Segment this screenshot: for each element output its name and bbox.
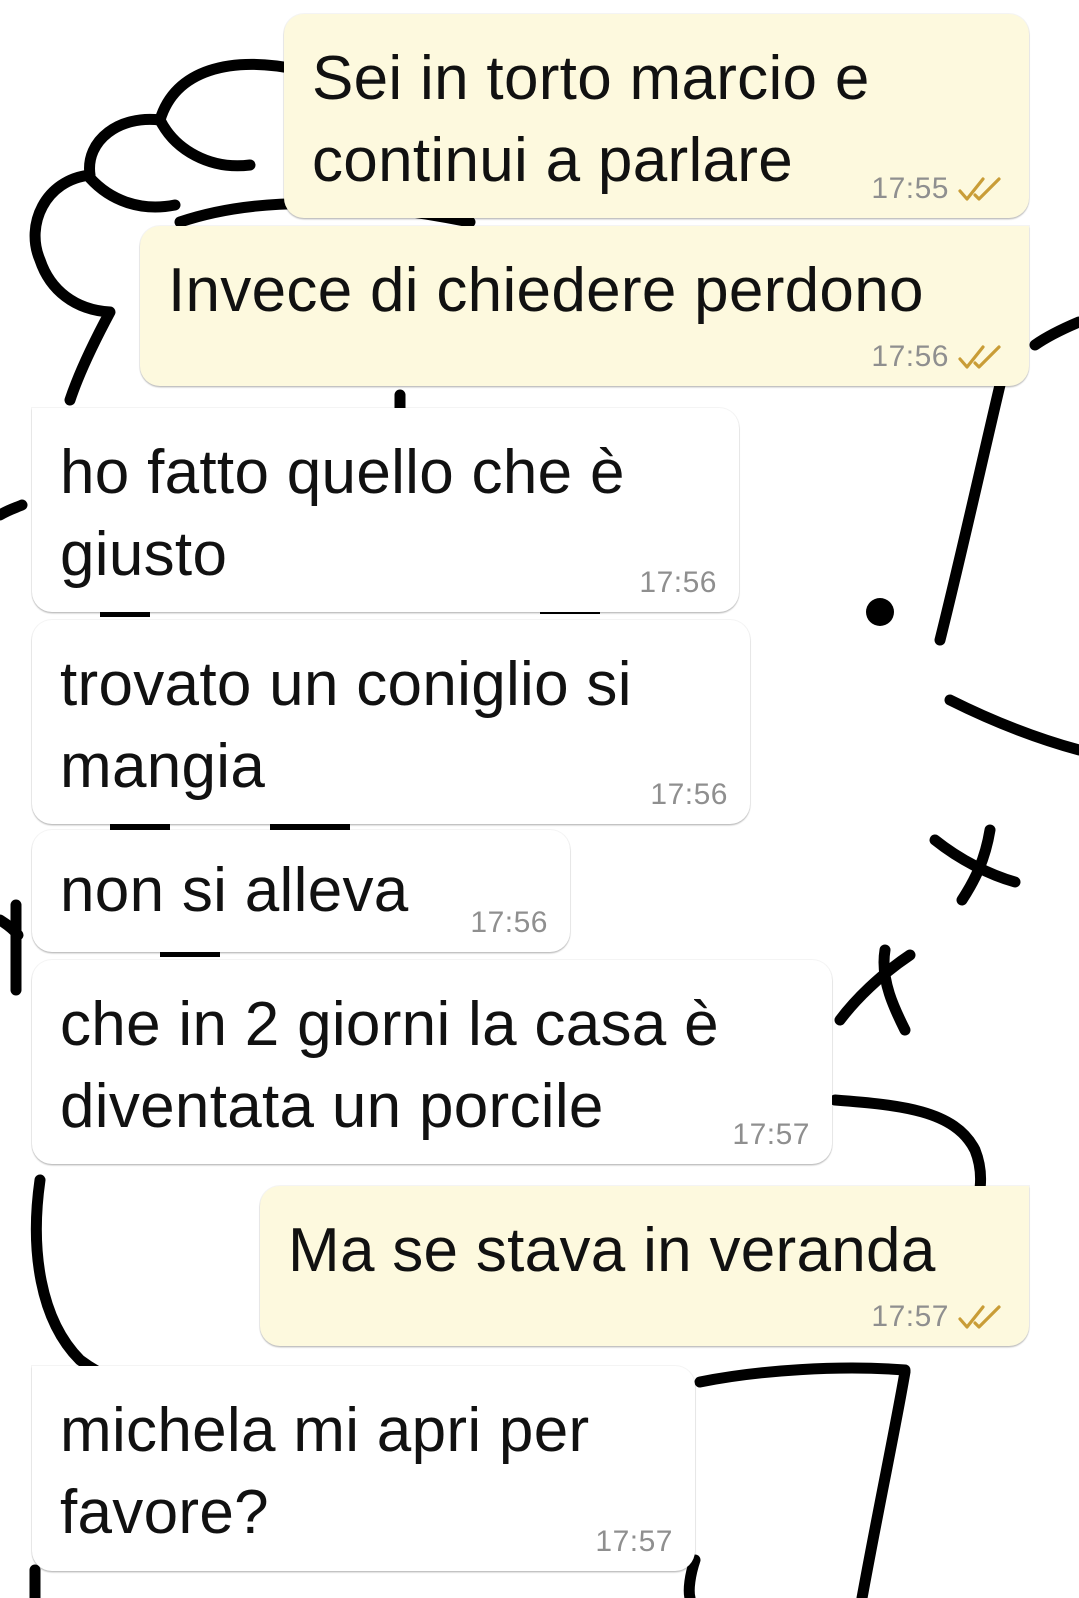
- message-text: michela mi apri per favore?: [60, 1390, 667, 1554]
- message-meta: 17:56: [650, 778, 728, 812]
- message-line: Sei in torto marcio e: [312, 44, 870, 113]
- message-meta: 17:57: [595, 1525, 673, 1559]
- message-meta: 17:57: [871, 1300, 1007, 1334]
- message-time: 17:56: [639, 566, 717, 599]
- message-meta: 17:56: [470, 906, 548, 940]
- message-line: Ma se stava in veranda: [288, 1216, 936, 1285]
- message-time: 17:56: [650, 778, 728, 811]
- message-time: 17:56: [470, 906, 548, 939]
- message-line: favore?: [60, 1478, 269, 1547]
- message-line: Invece di chiedere perdono: [168, 256, 924, 325]
- message-meta: 17:56: [871, 340, 1007, 374]
- message-time: 17:56: [871, 340, 949, 373]
- message-meta: 17:55: [871, 172, 1007, 206]
- message-bubble-outgoing[interactable]: Ma se stava in veranda 17:57: [260, 1186, 1029, 1346]
- message-text: che in 2 giorni la casa è diventata un p…: [60, 984, 804, 1148]
- message-text: Invece di chiedere perdono: [168, 250, 1001, 332]
- message-time: 17:55: [871, 172, 949, 205]
- message-line: michela mi apri per: [60, 1396, 590, 1465]
- message-line: diventata un porcile: [60, 1072, 604, 1141]
- read-double-check-icon: [958, 177, 1001, 201]
- message-line: trovato un coniglio si: [60, 650, 632, 719]
- message-time: 17:57: [595, 1525, 673, 1558]
- message-time: 17:57: [732, 1118, 810, 1151]
- message-bubble-outgoing[interactable]: Invece di chiedere perdono 17:56: [140, 226, 1029, 386]
- message-line: che in 2 giorni la casa è: [60, 990, 719, 1059]
- message-bubble-incoming[interactable]: non si alleva 17:56: [32, 830, 570, 952]
- message-time: 17:57: [871, 1300, 949, 1333]
- message-bubble-incoming[interactable]: michela mi apri per favore? 17:57: [32, 1366, 695, 1571]
- message-meta: 17:56: [639, 566, 717, 600]
- message-bubble-incoming[interactable]: ho fatto quello che è giusto 17:56: [32, 408, 739, 612]
- message-meta: 17:57: [732, 1118, 810, 1152]
- message-text: trovato un coniglio si mangia: [60, 644, 722, 808]
- message-bubble-incoming[interactable]: che in 2 giorni la casa è diventata un p…: [32, 960, 832, 1164]
- message-text: Ma se stava in veranda: [288, 1210, 1001, 1292]
- read-double-check-icon: [958, 345, 1001, 369]
- message-text: ho fatto quello che è giusto: [60, 432, 711, 596]
- message-line: ho fatto quello che è: [60, 438, 625, 507]
- message-line: mangia: [60, 732, 266, 801]
- message-bubble-outgoing[interactable]: Sei in torto marcio e continui a parlare…: [284, 14, 1029, 218]
- message-bubble-incoming[interactable]: trovato un coniglio si mangia 17:56: [32, 620, 750, 824]
- message-line: giusto: [60, 520, 228, 589]
- read-double-check-icon: [958, 1305, 1001, 1329]
